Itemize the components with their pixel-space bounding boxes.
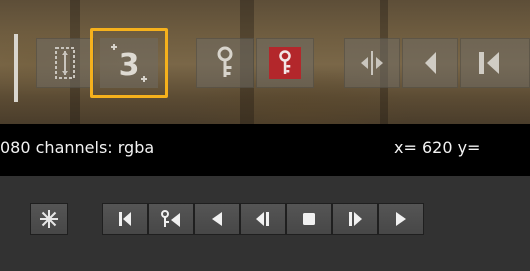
- previous-frame-button[interactable]: [460, 38, 530, 88]
- stop-icon: [301, 211, 317, 227]
- info-bar: 080 channels: rgba x= 620 y=: [0, 124, 530, 176]
- playback-controls: [0, 176, 530, 271]
- frame-step-icon: 3: [107, 41, 151, 85]
- ab-compare-button[interactable]: [36, 38, 94, 88]
- play-backward-button[interactable]: [194, 203, 240, 235]
- prev-frame-icon: [477, 49, 507, 77]
- skip-to-start-button[interactable]: [102, 203, 148, 235]
- step-back-button[interactable]: [240, 203, 286, 235]
- frame-step-button[interactable]: 3: [90, 28, 168, 98]
- stop-button[interactable]: [286, 203, 332, 235]
- prev-keyframe-icon: [160, 210, 182, 228]
- freeze-button[interactable]: [30, 203, 68, 235]
- frame-step-value: 3: [119, 48, 140, 83]
- keyframe-active-icon: [277, 50, 293, 76]
- play-backward-icon: [210, 210, 224, 228]
- split-view-icon: [359, 49, 385, 77]
- play-forward-icon: [394, 210, 408, 228]
- ab-compare-icon: [53, 45, 77, 81]
- channels-readout: 080 channels: rgba: [0, 138, 155, 157]
- previous-button[interactable]: [402, 38, 458, 88]
- keyframe-icon: [214, 46, 236, 80]
- skip-to-start-icon: [116, 210, 134, 228]
- coordinates-readout: x= 620 y=: [394, 138, 481, 157]
- step-forward-icon: [346, 210, 364, 228]
- prev-keyframe-button[interactable]: [148, 203, 194, 235]
- viewer-image: 3: [0, 0, 530, 124]
- viewer-wipe-handle[interactable]: [14, 34, 18, 102]
- prev-icon: [421, 49, 439, 77]
- keyframe-active-button[interactable]: [256, 38, 314, 88]
- step-back-icon: [254, 210, 272, 228]
- split-view-button[interactable]: [344, 38, 400, 88]
- play-forward-button[interactable]: [378, 203, 424, 235]
- snowflake-icon: [39, 209, 59, 229]
- step-forward-button[interactable]: [332, 203, 378, 235]
- keyframe-button[interactable]: [196, 38, 254, 88]
